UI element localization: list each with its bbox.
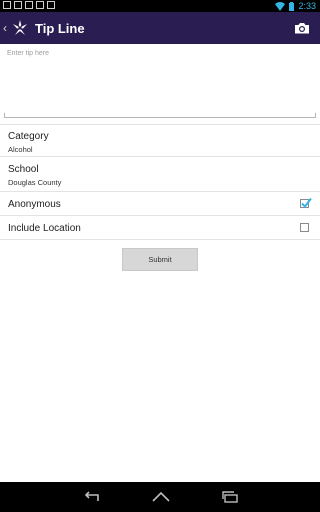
photo-icon [14,1,22,9]
app-logo-icon[interactable] [11,19,29,37]
include-location-row[interactable]: Include Location [0,216,320,240]
camera-icon[interactable] [294,20,310,36]
submit-button[interactable]: Submit [122,248,198,271]
tip-input[interactable] [4,46,316,118]
navigation-bar [0,482,320,512]
category-value: Alcohol [8,145,33,154]
home-icon[interactable] [151,490,171,504]
notification-icons [3,1,55,9]
download-icon [25,1,33,9]
anonymous-checkbox[interactable] [300,197,312,209]
status-bar: 2:33 [0,0,320,12]
clock: 2:33 [298,1,316,11]
lock-icon [36,1,44,9]
include-location-label: Include Location [8,223,81,234]
category-selector[interactable]: Category Alcohol [0,124,320,157]
app-title: Tip Line [35,20,85,36]
lock-icon [47,1,55,9]
wifi-icon [275,1,286,11]
chevron-left-icon[interactable]: ‹ [3,21,9,35]
recents-icon[interactable] [220,490,240,504]
school-label: School [8,164,39,175]
image-icon [3,1,11,9]
anonymous-row[interactable]: Anonymous [0,192,320,216]
school-value: Douglas County [8,178,62,187]
input-edge [315,113,316,118]
category-label: Category [8,131,49,142]
include-location-checkbox[interactable] [300,223,309,232]
battery-icon [289,1,295,11]
back-icon[interactable] [82,490,102,504]
input-edge [4,113,5,118]
action-bar: ‹ Tip Line [0,12,320,44]
anonymous-label: Anonymous [8,199,61,210]
school-selector[interactable]: School Douglas County [0,157,320,192]
